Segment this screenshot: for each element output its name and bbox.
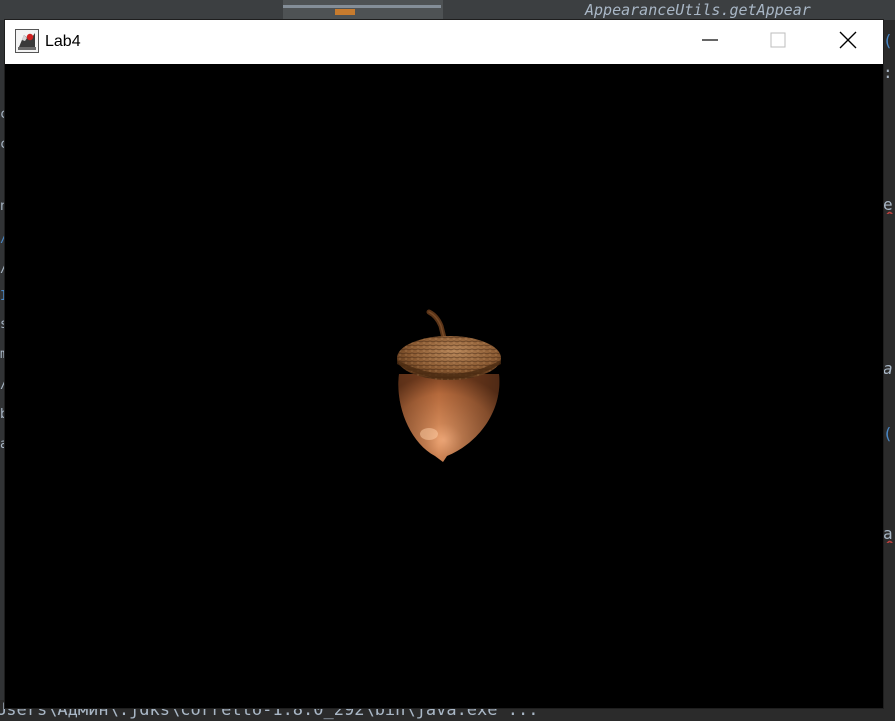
- ide-active-tab[interactable]: [283, 0, 443, 20]
- minimize-icon: [702, 32, 718, 52]
- close-button[interactable]: [825, 20, 871, 64]
- acorn-model: [397, 309, 501, 462]
- ide-code-fragment: (: [883, 32, 893, 50]
- app-window[interactable]: Lab4: [5, 20, 883, 708]
- java-duke-icon[interactable]: [15, 29, 39, 53]
- ide-code-fragment: e: [883, 196, 893, 214]
- ide-code-fragment: a: [883, 360, 893, 378]
- minimize-button[interactable]: [687, 20, 733, 64]
- ide-code-fragment: a: [883, 525, 893, 543]
- ide-tab-marker: [335, 9, 355, 15]
- ide-code-line: AppearanceUtils.getAppear: [585, 1, 811, 19]
- maximize-icon: [770, 32, 786, 52]
- window-title: Lab4: [45, 33, 81, 50]
- ide-code-fragment: :: [883, 64, 893, 82]
- window-titlebar[interactable]: Lab4: [5, 20, 883, 64]
- ide-active-tab-underline: [283, 5, 441, 8]
- maximize-button[interactable]: [755, 20, 801, 64]
- 3d-canvas[interactable]: [5, 64, 883, 708]
- ide-code-fragment: (: [883, 425, 893, 443]
- close-icon: [839, 31, 857, 53]
